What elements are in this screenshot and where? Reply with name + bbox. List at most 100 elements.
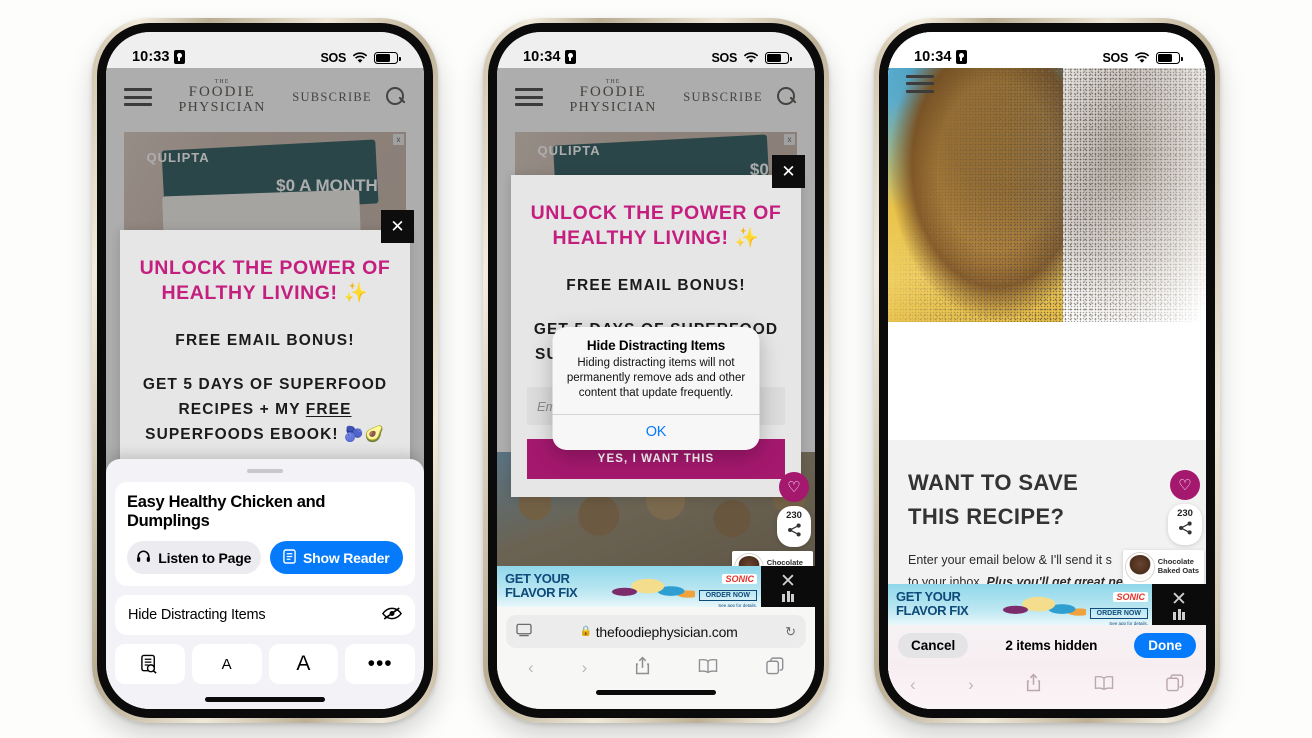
banner-headline-line-1: GET YOUR [896,589,961,604]
heart-icon: ♡ [787,478,801,496]
bottom-banner-ad[interactable]: GET YOUR FLAVOR FIX SONIC ORDER NOW See … [497,566,815,607]
save-recipe-button[interactable]: ♡ [1170,470,1200,500]
heart-icon: ♡ [1178,476,1192,494]
wifi-icon [1134,52,1150,64]
banner-controls: ✕ [761,566,815,607]
safari-browser-chrome: ‹ › [888,665,1206,709]
chocolate-oats-thumbnail [1125,553,1154,581]
banner-creative[interactable]: GET YOUR FLAVOR FIX SONIC ORDER NOW See … [888,584,1152,625]
close-x-icon[interactable]: ✕ [1171,590,1187,609]
address-bar[interactable]: 🔒 thefoodiephysician.com ↻ [506,615,806,648]
battery-icon [765,52,792,64]
alert-ok-button[interactable]: OK [553,415,760,450]
battery-icon [1156,52,1183,64]
listen-to-page-button[interactable]: Listen to Page [127,541,261,574]
banner-headline: GET YOUR FLAVOR FIX [505,572,578,600]
status-bar: 10:33 SOS [106,32,424,68]
tabs-icon[interactable] [766,656,784,680]
save-recipe-button[interactable]: ♡ [779,472,809,502]
popup-close-button[interactable]: ✕ [381,210,414,243]
hide-items-edit-bar: Cancel 2 items hidden Done [888,625,1206,665]
save-recipe-body-line-1: Enter your email below & I'll send it s [908,553,1112,568]
phone-3-screen: 10:34 SOS WANT TO SAVE THIS RECIPE? Ente… [888,32,1206,709]
hide-distracting-items-label: Hide Distracting Items [128,607,266,623]
decrease-text-size-button[interactable]: A [191,644,262,684]
phone-3: 10:34 SOS WANT TO SAVE THIS RECIPE? Ente… [874,18,1220,723]
back-chevron-icon[interactable]: ‹ [528,658,534,678]
status-right: SOS [1102,51,1183,65]
cancel-button[interactable]: Cancel [898,632,969,658]
sonic-logo: SONIC [1113,592,1148,602]
page-settings-icon[interactable] [516,623,532,640]
alert-title: Hide Distracting Items [586,338,726,353]
tabs-icon[interactable] [1166,673,1184,697]
status-left: 10:34 [523,49,576,65]
home-indicator[interactable] [205,697,325,702]
home-indicator[interactable] [596,690,716,695]
popup-headline: UNLOCK THE POWER OF HEALTHY LIVING! ✨ [139,257,391,304]
browser-toolbar: ‹ › [506,648,806,688]
related-recipe-chip[interactable]: Chocolate Baked Oats [1122,550,1204,584]
more-ellipsis-icon[interactable]: ••• [345,644,415,684]
safari-page-menu-sheet: Easy Healthy Chicken and Dumplings Liste… [106,458,424,709]
status-time: 10:34 [523,49,561,65]
page-action-row: Listen to Page Show Reader [127,541,403,574]
banner-headline-line-2: FLAVOR FIX [505,584,578,600]
lock-icon: 🔒 [579,626,592,637]
back-chevron-icon[interactable]: ‹ [910,675,916,695]
alert-body: Hide Distracting Items Hiding distractin… [553,327,760,414]
banner-brand-block: SONIC ORDER NOW See app for details. [698,569,757,607]
share-count: 230 [1177,508,1193,519]
save-recipe-heading-line-2: THIS RECIPE? [908,504,1065,530]
close-x-icon[interactable]: ✕ [780,572,796,591]
chip-title: Chocolate Baked Oats [1158,557,1199,576]
share-pill[interactable]: 230 [1168,504,1202,545]
phone-2: 10:34 SOS THE FOODIE PHYSICIAN SUBSCRIBE… [483,18,829,723]
banner-cta[interactable]: ORDER NOW [698,590,757,601]
popup-body-line-1: GET 5 DAYS OF SUPERFOOD [142,375,388,393]
show-reader-button[interactable]: Show Reader [269,541,403,574]
lock-icon [955,50,967,64]
status-left: 10:34 [914,49,967,65]
large-a-label: A [296,652,311,675]
url-text-wrap: 🔒 thefoodiephysician.com [538,624,779,640]
sos-indicator: SOS [320,51,347,65]
increase-text-size-button[interactable]: A [268,644,339,684]
hide-distracting-items-row[interactable]: Hide Distracting Items [115,595,415,635]
status-left: 10:33 [132,49,185,65]
status-bar: 10:34 SOS [497,32,815,68]
forward-chevron-icon[interactable]: › [968,675,974,695]
sheet-grabber[interactable] [247,468,283,473]
hamburger-menu-icon[interactable] [906,74,934,93]
popup-close-button[interactable]: ✕ [772,155,805,188]
adchoices-icon[interactable] [782,591,794,602]
listen-to-page-label: Listen to Page [158,549,252,566]
popup-headline: UNLOCK THE POWER OF HEALTHY LIVING! ✨ [530,202,782,249]
done-button[interactable]: Done [1134,632,1196,658]
popup-bonus-line: FREE EMAIL BONUS! [566,276,746,294]
banner-cta[interactable]: ORDER NOW [1089,608,1148,619]
social-float-widget: ♡ 230 [1168,470,1202,545]
find-on-page-icon[interactable] [115,644,185,684]
save-recipe-heading-line-1: WANT TO SAVE [908,470,1079,495]
sos-indicator: SOS [1102,51,1129,65]
wifi-icon [352,52,368,64]
banner-creative[interactable]: GET YOUR FLAVOR FIX SONIC ORDER NOW See … [497,566,761,607]
wifi-icon [743,52,759,64]
forward-chevron-icon[interactable]: › [582,658,588,678]
site-header [906,70,934,97]
reload-icon[interactable]: ↻ [785,624,796,640]
book-icon[interactable] [1094,675,1114,696]
banner-headline: GET YOUR FLAVOR FIX [896,589,969,617]
share-icon[interactable] [1026,673,1041,697]
share-pill[interactable]: 230 [777,506,811,547]
share-icon [1168,521,1202,538]
save-recipe-heading: WANT TO SAVE THIS RECIPE? [908,466,1186,534]
share-icon[interactable] [635,656,650,680]
book-icon[interactable] [698,658,718,679]
phone-1-screen: 10:33 SOS THE FOODIE PHYSICIAN SUBSCRIBE… [106,32,424,709]
adchoices-icon[interactable] [1173,609,1185,620]
sheet-tool-row: A A ••• [115,644,415,684]
status-bar: 10:34 SOS [888,32,1206,68]
bottom-banner-ad[interactable]: GET YOUR FLAVOR FIX SONIC ORDER NOW See … [888,584,1206,625]
